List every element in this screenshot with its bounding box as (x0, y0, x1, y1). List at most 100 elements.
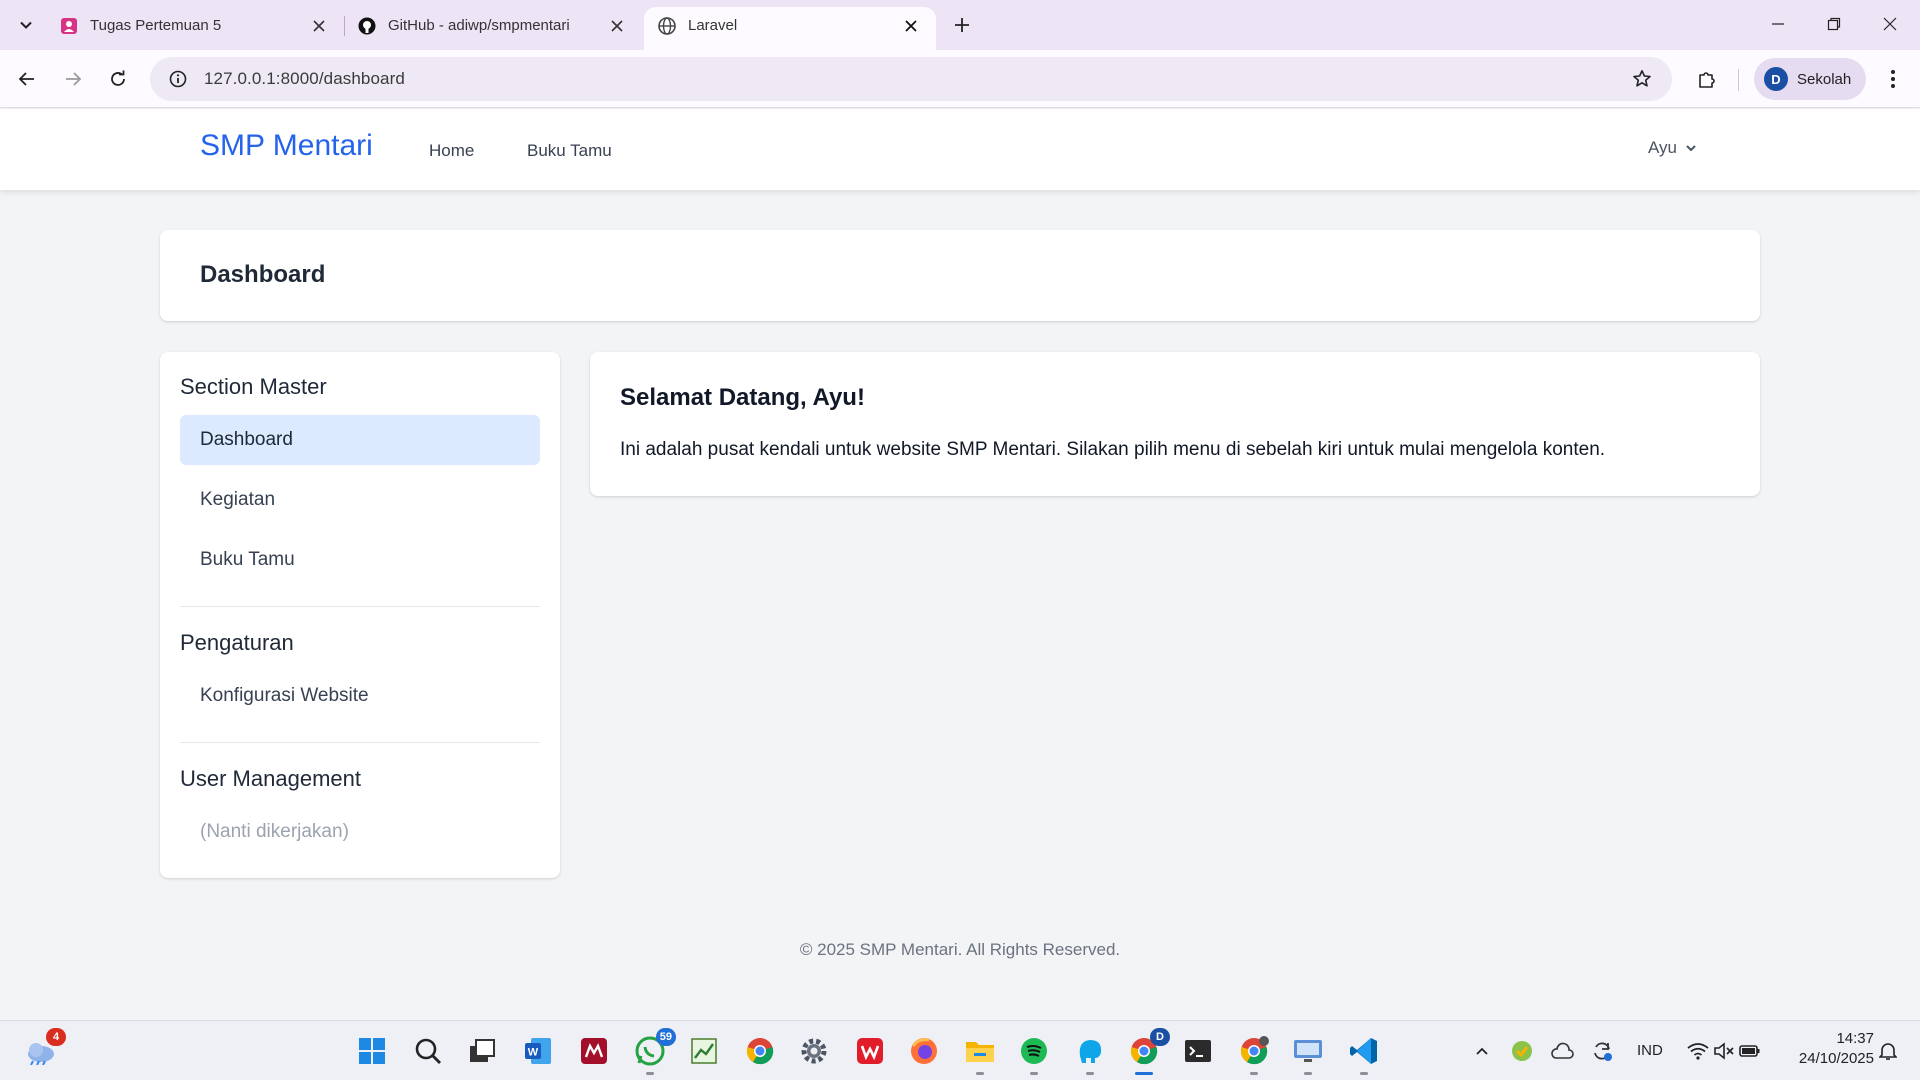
reload-icon (111, 70, 125, 86)
taskbar-vscode[interactable] (1344, 1031, 1384, 1075)
extensions-button[interactable] (1690, 62, 1724, 96)
puzzle-icon (1699, 72, 1715, 88)
browser-menu-button[interactable] (1876, 62, 1910, 96)
sidebar-item-konfigurasi-website[interactable]: Konfigurasi Website (180, 671, 540, 721)
tab-github[interactable]: GitHub - adiwp/smpmentari (344, 7, 642, 50)
language-indicator[interactable]: IND (1637, 1042, 1663, 1059)
user-name: Ayu (1648, 138, 1677, 157)
battery-icon (1739, 1045, 1760, 1057)
nav-home-link[interactable]: Home (429, 141, 474, 161)
notifications-button[interactable] (1868, 1031, 1908, 1071)
search-button[interactable] (408, 1031, 448, 1071)
taskbar-wps[interactable] (850, 1031, 890, 1071)
chrome-icon (746, 1038, 774, 1065)
minimize-button[interactable] (1750, 0, 1806, 48)
sidebar-item-buku-tamu[interactable]: Buku Tamu (180, 535, 540, 585)
taskbar-edge-app[interactable] (1070, 1031, 1110, 1075)
tray-app-icon[interactable] (1502, 1031, 1542, 1071)
tab-title: Tugas Pertemuan 5 (90, 17, 222, 34)
bookmark-star-icon[interactable] (1630, 67, 1654, 91)
tab-laravel[interactable]: Laravel (644, 7, 936, 50)
close-icon[interactable] (900, 15, 922, 37)
profile-button[interactable]: D Sekolah (1754, 58, 1866, 100)
taskbar-chrome-2[interactable] (1234, 1031, 1274, 1075)
profile-badge: D (1150, 1028, 1170, 1046)
show-hidden-icons-button[interactable] (1462, 1031, 1502, 1071)
wifi-icon (1687, 1043, 1709, 1060)
close-icon[interactable] (308, 15, 330, 37)
taskbar-word[interactable]: W (518, 1031, 558, 1071)
running-indicator (646, 1072, 654, 1075)
taskbar-chrome[interactable] (740, 1031, 780, 1071)
spotify-icon (1021, 1038, 1047, 1064)
back-button[interactable] (10, 62, 44, 96)
wps-office-icon (857, 1038, 883, 1064)
close-window-button[interactable] (1862, 0, 1918, 48)
task-view-icon (470, 1039, 495, 1062)
running-indicator (1250, 1072, 1258, 1075)
taskbar-app-chart[interactable] (684, 1031, 724, 1071)
restore-button[interactable] (1806, 0, 1862, 48)
taskbar-terminal[interactable] (1178, 1031, 1218, 1071)
tab-tugas[interactable]: Tugas Pertemuan 5 (46, 7, 344, 50)
taskbar-chrome-profile[interactable]: D (1124, 1028, 1170, 1075)
footer-copyright: © 2025 SMP Mentari. All Rights Reserved. (799, 940, 1121, 959)
tab-search-button[interactable] (10, 10, 42, 40)
page-header-card: Dashboard (160, 230, 1760, 321)
github-icon (358, 17, 376, 35)
section-master-heading: Section Master (180, 374, 327, 399)
clock-date: 24/10/2025 (1798, 1050, 1874, 1067)
profile-name: Sekolah (1797, 70, 1852, 88)
sidebar-item-dashboard[interactable]: Dashboard (180, 415, 540, 465)
taskbar-settings[interactable] (794, 1031, 834, 1071)
close-icon[interactable] (606, 15, 628, 37)
site-brand-link[interactable]: SMP Mentari (200, 129, 373, 163)
clock[interactable]: 14:37 24/10/2025 (1782, 1029, 1874, 1069)
volume-muted-icon (1714, 1042, 1734, 1060)
taskbar-remote-desktop[interactable] (1288, 1031, 1328, 1075)
new-tab-button[interactable] (947, 10, 977, 40)
close-icon (1883, 17, 1897, 31)
plus-icon (955, 18, 969, 32)
reload-button[interactable] (101, 62, 135, 96)
start-button[interactable] (352, 1031, 392, 1071)
network-volume-battery[interactable] (1686, 1031, 1762, 1071)
welcome-card: Selamat Datang, Ayu! Ini adalah pusat ke… (590, 352, 1760, 496)
taskbar-whatsapp[interactable]: 59 (630, 1028, 676, 1075)
svg-text:W: W (528, 1047, 539, 1059)
taskbar-file-explorer[interactable] (960, 1031, 1000, 1075)
sidebar-card: Section Master Dashboard Kegiatan Buku T… (160, 352, 560, 878)
chevron-down-icon (1685, 142, 1697, 154)
divider (180, 742, 540, 743)
minimize-icon (1772, 23, 1784, 25)
onedrive-tray[interactable] (1542, 1031, 1582, 1071)
user-dropdown[interactable]: Ayu (1648, 138, 1697, 158)
taskbar-spotify[interactable] (1014, 1031, 1054, 1075)
taskbar-mendeley[interactable] (574, 1031, 614, 1071)
spreadsheet-app-icon (691, 1038, 717, 1064)
sidebar-item-kegiatan[interactable]: Kegiatan (180, 475, 540, 525)
cloud-icon (1551, 1042, 1574, 1059)
sync-tray[interactable] (1582, 1031, 1622, 1071)
toolbar-divider (1738, 69, 1739, 91)
notification-badge: 59 (655, 1028, 676, 1046)
chevron-down-icon (20, 21, 32, 29)
firefox-icon (911, 1038, 937, 1064)
chevron-up-icon (1476, 1047, 1488, 1055)
windows-logo-icon (359, 1038, 385, 1064)
globe-icon (658, 16, 676, 35)
welcome-title: Selamat Datang, Ayu! (620, 384, 865, 411)
running-indicator (1030, 1072, 1038, 1075)
weather-widget[interactable]: 4 (20, 1028, 66, 1071)
site-info-icon[interactable] (158, 59, 198, 99)
running-indicator (976, 1072, 984, 1075)
nav-buku-tamu-link[interactable]: Buku Tamu (527, 141, 612, 161)
forward-button[interactable] (56, 62, 90, 96)
terminal-icon (1185, 1040, 1211, 1062)
address-bar[interactable]: 127.0.0.1:8000/dashboard (150, 57, 1672, 101)
taskbar-firefox[interactable] (904, 1031, 944, 1071)
remote-desktop-icon (1294, 1040, 1322, 1062)
sync-icon (1594, 1042, 1612, 1061)
task-view-button[interactable] (462, 1031, 502, 1071)
sidebar-item-placeholder: (Nanti dikerjakan) (200, 821, 349, 842)
